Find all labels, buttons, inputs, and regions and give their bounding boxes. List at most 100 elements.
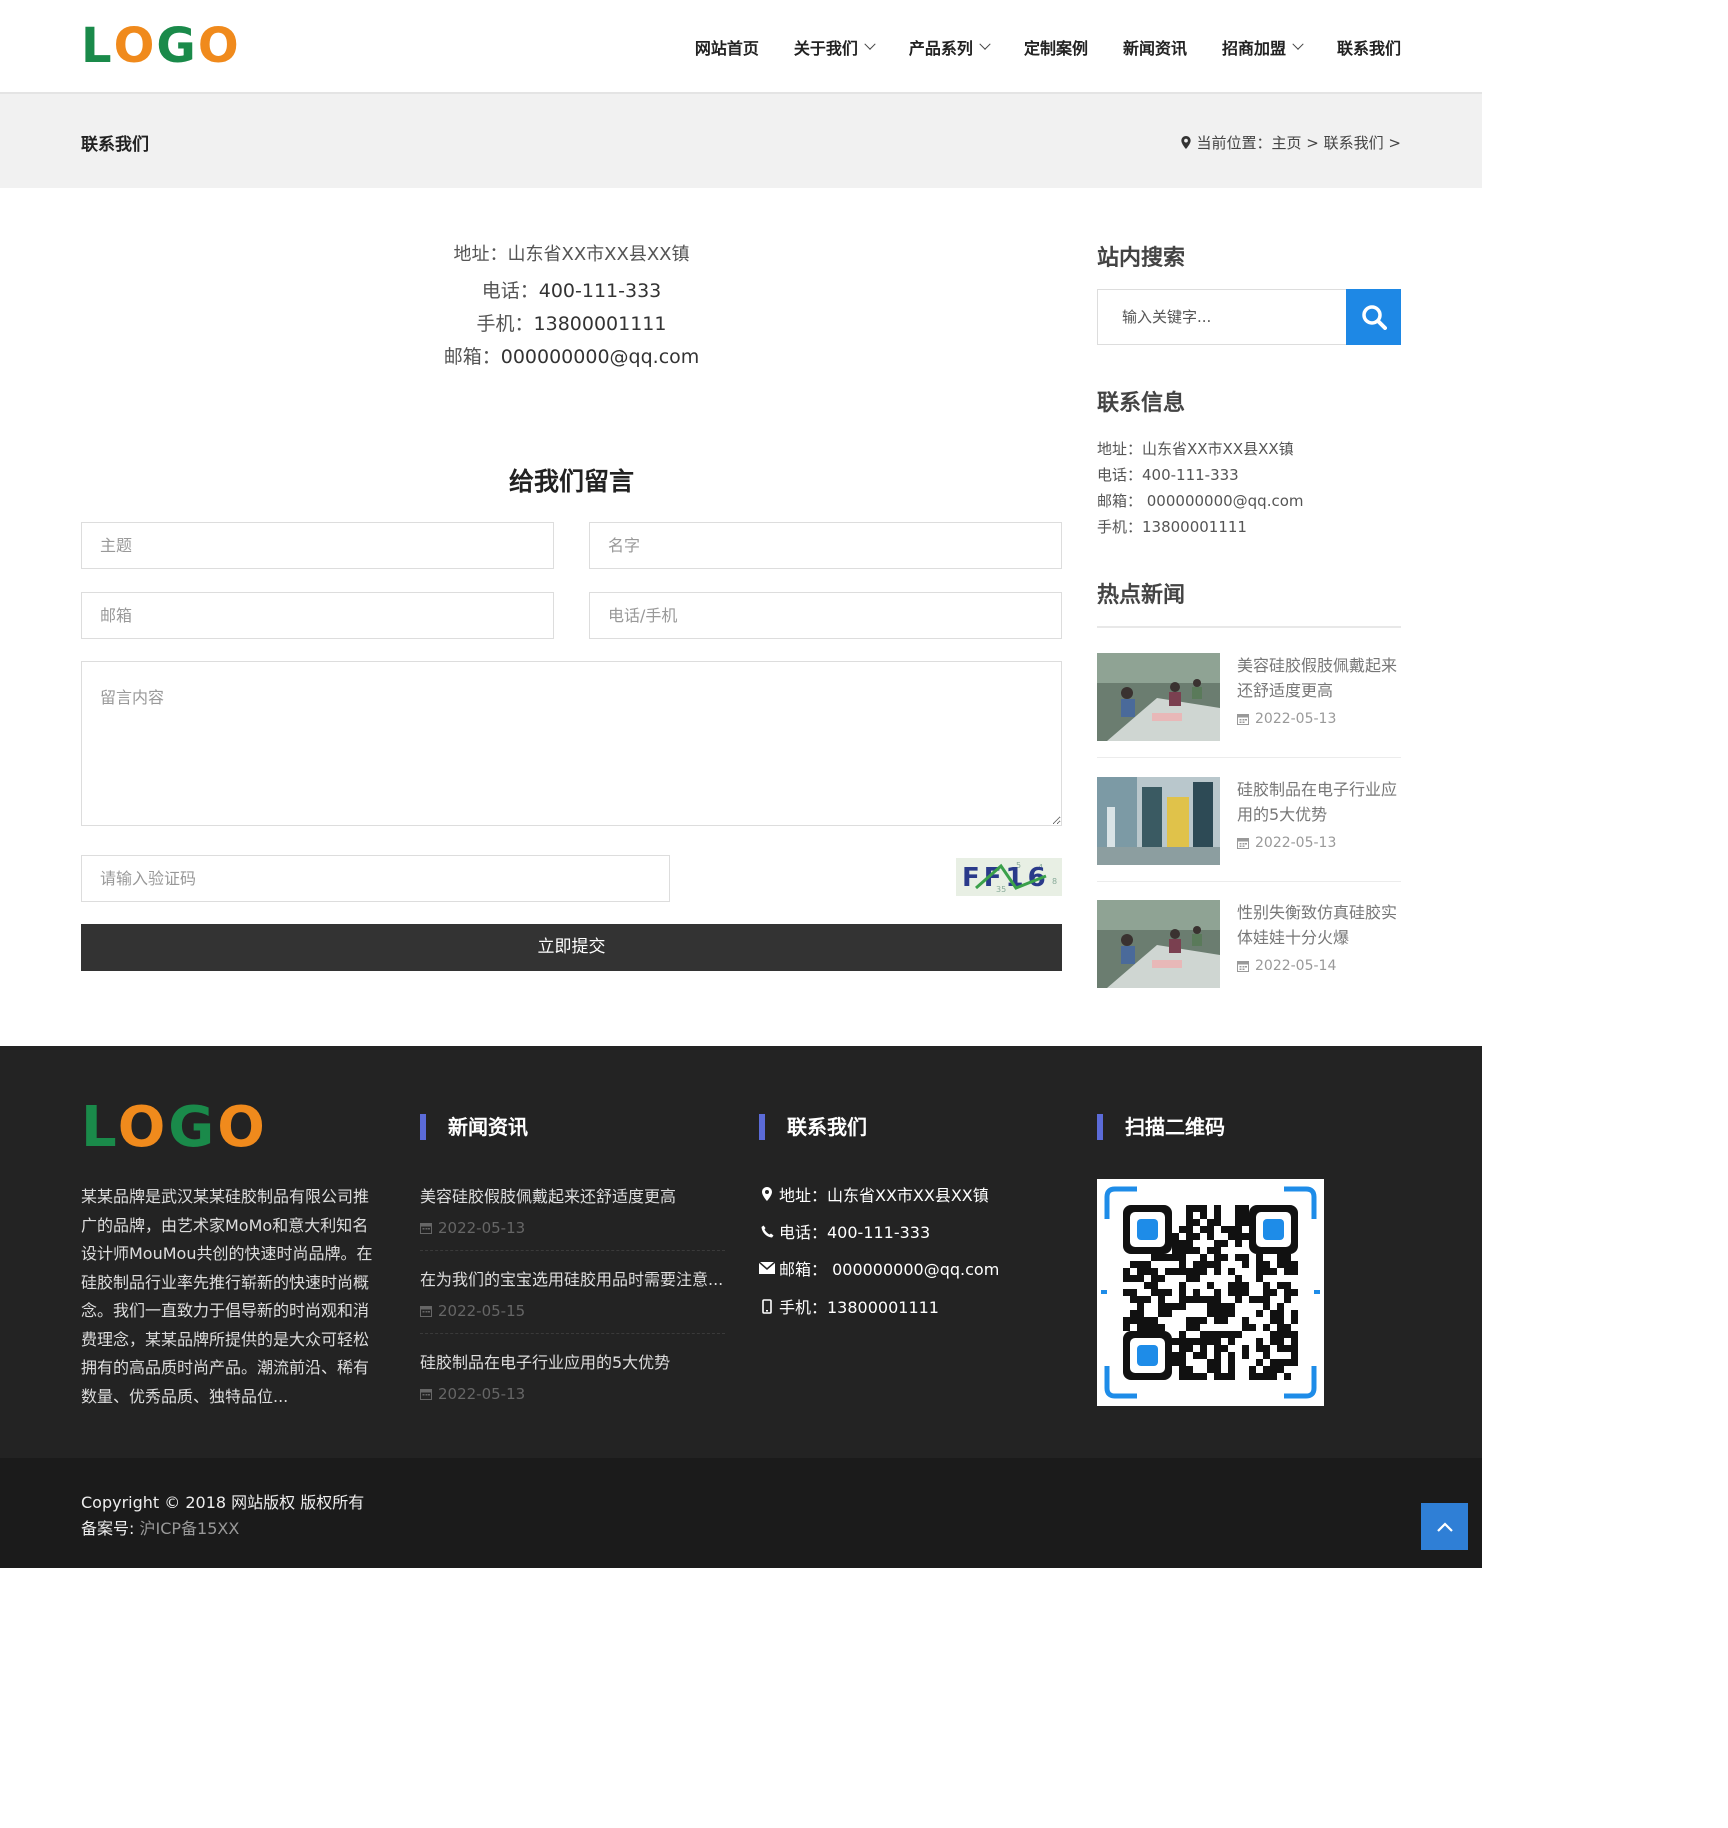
chevron-down-icon (1292, 38, 1304, 50)
nav-label: 产品系列 (908, 39, 973, 58)
footer-news-item[interactable]: 美容硅胶假肢佩戴起来还舒适度更高 2022-05-13 (420, 1183, 725, 1237)
divider (1097, 626, 1401, 628)
hot-news-item[interactable]: 硅胶制品在电子行业应用的5大优势 2022-05-13 (1097, 777, 1401, 882)
footer-description: 某某品牌是武汉某某硅胶制品有限公司推广的品牌，由艺术家MoMo和意大利知名设计师… (81, 1187, 373, 1406)
sidebar-hot-news-title: 热点新闻 (1097, 583, 1186, 608)
nav-label: 招商加盟 (1221, 39, 1286, 58)
email-input[interactable] (81, 592, 554, 639)
submit-button[interactable]: 立即提交 (81, 924, 1062, 971)
phone-icon (759, 1225, 775, 1238)
logo-letter: O (197, 18, 241, 74)
contact-info-block: 地址：山东省XX市XX县XX镇 电话：400-111-333 手机：138000… (81, 240, 1062, 379)
date-text: 2022-05-13 (438, 1385, 526, 1403)
contact-text: 邮箱： 000000000@qq.com (779, 1260, 1000, 1279)
logo-letter: O (217, 1095, 268, 1160)
footer-news-title[interactable]: 硅胶制品在电子行业应用的5大优势 (420, 1349, 725, 1373)
date-text: 2022-05-15 (438, 1302, 526, 1320)
calendar-icon (1237, 961, 1249, 972)
sidebar-info-line: 电话：400-111-333 (1097, 466, 1239, 484)
news-thumbnail (1097, 653, 1220, 741)
footer-news-title[interactable]: 美容硅胶假肢佩戴起来还舒适度更高 (420, 1183, 725, 1207)
svg-text:8: 8 (1052, 877, 1057, 886)
captcha-image[interactable]: 5 4 8 35 FF16 (956, 858, 1062, 896)
contact-text: 手机：13800001111 (779, 1298, 939, 1317)
divider (1097, 757, 1401, 758)
location-pin-icon (759, 1187, 775, 1201)
calendar-icon (420, 1389, 432, 1400)
contact-phone-line: 电话：400-111-333 (81, 280, 1062, 303)
contact-email-line: 邮箱：000000000@qq.com (81, 346, 1062, 369)
email-value: 000000000@qq.com (500, 346, 700, 368)
qr-code-image (1097, 1179, 1324, 1406)
news-thumbnail (1097, 777, 1220, 865)
hot-news-date: 2022-05-14 (1237, 958, 1336, 974)
nav-item-about[interactable]: 关于我们 (793, 34, 876, 60)
logo-letter: G (156, 18, 198, 74)
hot-news-item[interactable]: 性别失衡致仿真硅胶实体娃娃十分火爆 2022-05-14 (1097, 900, 1401, 1004)
date-text: 2022-05-14 (1255, 958, 1337, 974)
phone-input[interactable] (589, 592, 1062, 639)
calendar-icon (420, 1223, 432, 1234)
icp-number[interactable]: 沪ICP备15XX (139, 1519, 239, 1538)
phone-label: 电话： (481, 280, 539, 302)
nav-label: 关于我们 (793, 39, 858, 58)
search-button[interactable] (1346, 289, 1401, 345)
date-text: 2022-05-13 (438, 1219, 526, 1237)
page-banner: 联系我们 当前位置： 主页 > 联系我们 > (0, 94, 1482, 188)
captcha-input[interactable] (81, 855, 670, 902)
footer-news-heading: 新闻资讯 (420, 1114, 528, 1140)
nav-item-franchise[interactable]: 招商加盟 (1221, 34, 1304, 60)
contact-address: 地址：山东省XX市XX县XX镇 (453, 244, 690, 265)
site-logo[interactable]: LOGO (81, 22, 241, 70)
message-textarea[interactable] (81, 661, 1062, 826)
location-pin-icon (1180, 136, 1191, 149)
logo-letter: O (113, 18, 157, 74)
heading-accent-bar (759, 1114, 765, 1140)
footer-news-item[interactable]: 硅胶制品在电子行业应用的5大优势 2022-05-13 (420, 1349, 725, 1403)
nav-item-products[interactable]: 产品系列 (908, 34, 991, 60)
footer-qr-heading: 扫描二维码 (1097, 1114, 1225, 1140)
footer-news-item[interactable]: 在为我们的宝宝选用硅胶用品时需要注意... 2022-05-15 (420, 1266, 725, 1320)
divider (420, 1333, 725, 1334)
breadcrumb-separator: > (1301, 133, 1324, 152)
icp-record: 备案号: 沪ICP备15XX (81, 1516, 364, 1542)
footer-contact-address: 地址：山东省XX市XX县XX镇 (759, 1182, 989, 1206)
heading-accent-bar (1097, 1114, 1103, 1140)
envelope-icon (759, 1262, 775, 1274)
footer-news-date: 2022-05-13 (420, 1385, 725, 1403)
logo-letter: L (81, 1095, 118, 1160)
footer-news-title[interactable]: 在为我们的宝宝选用硅胶用品时需要注意... (420, 1266, 725, 1290)
site-header: LOGO 网站首页 关于我们 产品系列 定制案例 新闻资讯 招商加盟 联系我们 (0, 0, 1482, 94)
name-input[interactable] (589, 522, 1062, 569)
email-label: 邮箱： (443, 346, 501, 368)
breadcrumb: 当前位置： 主页 > 联系我们 > (1180, 132, 1401, 153)
heading-text: 新闻资讯 (448, 1115, 528, 1139)
breadcrumb-current[interactable]: 联系我们 (1324, 132, 1384, 153)
back-to-top-button[interactable] (1421, 1503, 1468, 1550)
nav-item-home[interactable]: 网站首页 (695, 34, 759, 60)
hot-news-date: 2022-05-13 (1237, 711, 1336, 727)
divider (1097, 881, 1401, 882)
breadcrumb-prefix: 当前位置： (1196, 134, 1272, 152)
breadcrumb-home[interactable]: 主页 (1272, 132, 1302, 153)
footer-contact-mobile: 手机：13800001111 (759, 1294, 939, 1318)
hot-news-title[interactable]: 美容硅胶假肢佩戴起来还舒适度更高 (1237, 653, 1401, 703)
nav-item-contact[interactable]: 联系我们 (1337, 34, 1401, 60)
chevron-down-icon (979, 38, 991, 50)
nav-item-news[interactable]: 新闻资讯 (1123, 34, 1187, 60)
nav-item-cases[interactable]: 定制案例 (1024, 34, 1088, 60)
logo-letter: O (117, 1095, 169, 1160)
search-input[interactable] (1097, 289, 1347, 345)
footer-contact-phone: 电话：400-111-333 (759, 1219, 930, 1243)
heading-text: 联系我们 (787, 1115, 867, 1139)
subject-input[interactable] (81, 522, 554, 569)
sidebar-info-line: 手机：13800001111 (1097, 518, 1247, 536)
hot-news-title[interactable]: 性别失衡致仿真硅胶实体娃娃十分火爆 (1237, 900, 1401, 950)
hot-news-item[interactable]: 美容硅胶假肢佩戴起来还舒适度更高 2022-05-13 (1097, 653, 1401, 758)
phone-value: 400-111-333 (538, 280, 662, 302)
hot-news-title[interactable]: 硅胶制品在电子行业应用的5大优势 (1237, 777, 1401, 827)
footer-logo[interactable]: LOGO (81, 1100, 268, 1156)
heading-text: 扫描二维码 (1125, 1115, 1225, 1139)
icp-label: 备案号: (81, 1519, 140, 1538)
page-title: 联系我们 (81, 135, 149, 155)
